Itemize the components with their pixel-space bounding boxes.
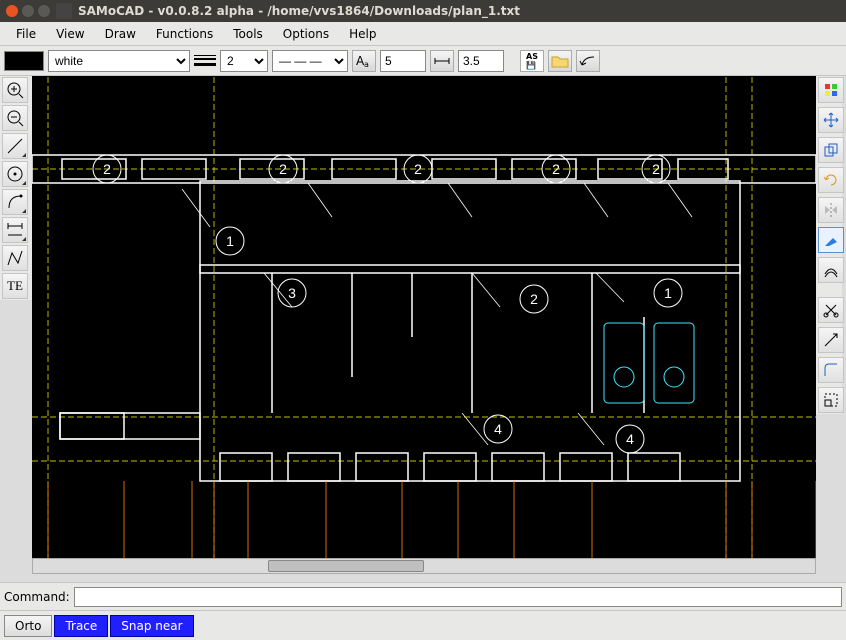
svg-text:1: 1 <box>226 233 234 249</box>
window-title: SAMoCAD - v0.0.8.2 alpha - /home/vvs1864… <box>78 4 520 18</box>
drawing-canvas[interactable]: 22222132144 0147012901170177014201170116… <box>32 76 816 558</box>
command-bar: Command: <box>0 582 846 610</box>
draw-active-tool[interactable] <box>818 227 844 253</box>
scrollbar-thumb[interactable] <box>268 560 424 572</box>
menu-draw[interactable]: Draw <box>95 24 146 44</box>
move-tool[interactable] <box>818 107 844 133</box>
zoom-in-button[interactable] <box>2 77 28 103</box>
horizontal-scrollbar[interactable] <box>32 558 816 574</box>
app-icon <box>56 3 72 19</box>
window-controls <box>6 5 50 17</box>
offset-tool[interactable] <box>818 257 844 283</box>
svg-text:2: 2 <box>530 291 538 307</box>
dim-style-button[interactable] <box>430 50 454 72</box>
text-size-input[interactable] <box>380 50 426 72</box>
layers-button[interactable] <box>818 77 844 103</box>
close-icon[interactable] <box>6 5 18 17</box>
undo-button[interactable] <box>576 50 600 72</box>
circle-tool[interactable] <box>2 161 28 187</box>
svg-text:2: 2 <box>414 161 422 177</box>
toolbar-right <box>816 76 842 414</box>
svg-text:1: 1 <box>664 285 672 301</box>
save-button[interactable]: AS💾 <box>520 50 544 72</box>
polyline-tool[interactable] <box>2 245 28 271</box>
rotate-tool[interactable] <box>818 167 844 193</box>
copy-tool[interactable] <box>818 137 844 163</box>
dimension-tool[interactable] <box>2 217 28 243</box>
svg-text:2: 2 <box>103 161 111 177</box>
color-swatch[interactable] <box>4 51 44 71</box>
text-tool[interactable]: TE <box>2 273 28 299</box>
titlebar: SAMoCAD - v0.0.8.2 alpha - /home/vvs1864… <box>0 0 846 22</box>
color-combo[interactable]: white <box>48 50 190 72</box>
minimize-icon[interactable] <box>22 5 34 17</box>
arc-tool[interactable] <box>2 189 28 215</box>
snap-near-toggle[interactable]: Snap near <box>110 615 193 637</box>
menu-functions[interactable]: Functions <box>146 24 223 44</box>
maximize-icon[interactable] <box>38 5 50 17</box>
orto-toggle[interactable]: Orto <box>4 615 52 637</box>
lineweight-icon <box>194 52 216 70</box>
trace-toggle[interactable]: Trace <box>54 615 108 637</box>
canvas-area: 22222132144 0147012901170177014201170116… <box>32 76 816 574</box>
menu-help[interactable]: Help <box>339 24 386 44</box>
line-tool[interactable] <box>2 133 28 159</box>
menu-tools[interactable]: Tools <box>223 24 273 44</box>
svg-text:4: 4 <box>626 431 634 447</box>
menu-file[interactable]: File <box>6 24 46 44</box>
svg-text:2: 2 <box>552 161 560 177</box>
text-style-button[interactable]: Aa <box>352 50 376 72</box>
linetype-combo[interactable]: — — — <box>272 50 348 72</box>
trim-tool[interactable] <box>818 297 844 323</box>
lineweight-combo[interactable]: 2 <box>220 50 268 72</box>
mirror-tool[interactable] <box>818 197 844 223</box>
svg-text:2: 2 <box>652 161 660 177</box>
fillet-tool[interactable] <box>818 357 844 383</box>
status-bar: Orto Trace Snap near <box>0 610 846 640</box>
menu-view[interactable]: View <box>46 24 94 44</box>
menubar: File View Draw Functions Tools Options H… <box>0 22 846 46</box>
scale-tool[interactable] <box>818 387 844 413</box>
svg-text:3: 3 <box>288 285 296 301</box>
toolbar-left: TE <box>0 76 32 300</box>
command-input[interactable] <box>74 587 842 607</box>
svg-text:2: 2 <box>279 161 287 177</box>
command-label: Command: <box>4 590 70 604</box>
menu-options[interactable]: Options <box>273 24 339 44</box>
zoom-out-button[interactable] <box>2 105 28 131</box>
dim-size-input[interactable] <box>458 50 504 72</box>
open-button[interactable] <box>548 50 572 72</box>
svg-text:4: 4 <box>494 421 502 437</box>
extend-tool[interactable] <box>818 327 844 353</box>
toolbar-top: white 2 — — — Aa AS💾 <box>0 46 846 76</box>
svg-text:a: a <box>364 60 369 69</box>
